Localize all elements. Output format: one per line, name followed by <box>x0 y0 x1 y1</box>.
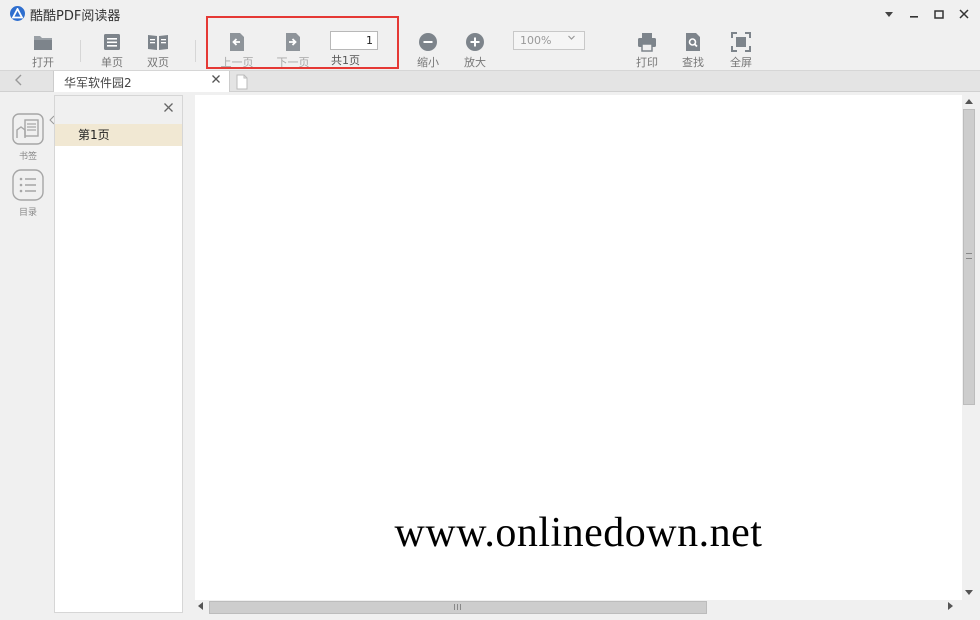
scroll-left-arrow-icon[interactable] <box>197 602 203 612</box>
page-number-input[interactable] <box>330 31 378 50</box>
page-total-label: 共1页 <box>331 54 360 67</box>
zoom-out-button[interactable]: 缩小 <box>404 32 452 69</box>
print-button[interactable]: 打印 <box>623 32 671 69</box>
bookmark-item-page-1[interactable]: 第1页 <box>55 124 182 146</box>
bookmark-panel-header <box>55 96 182 124</box>
grip-icon <box>454 604 461 610</box>
maximize-icon[interactable] <box>932 8 946 22</box>
close-icon[interactable] <box>957 8 971 22</box>
horizontal-scroll-thumb[interactable] <box>209 601 707 614</box>
app-title: 酷酷PDF阅读器 <box>30 9 121 24</box>
find-button[interactable]: 查找 <box>669 32 717 69</box>
tab-scroll-left-icon[interactable] <box>14 72 24 92</box>
next-page-label: 下一页 <box>276 56 310 69</box>
scroll-up-arrow-icon[interactable] <box>965 97 973 106</box>
bookmark-label: 书签 <box>18 152 37 162</box>
new-tab-icon[interactable] <box>235 74 251 90</box>
open-button[interactable]: 打开 <box>19 32 67 69</box>
tab-bar: 华军软件园2 <box>0 70 980 92</box>
prev-page-label: 上一页 <box>220 56 254 69</box>
horizontal-scrollbar[interactable] <box>195 600 962 615</box>
prev-page-button[interactable]: 上一页 <box>213 32 261 69</box>
scroll-right-arrow-icon[interactable] <box>948 602 954 612</box>
vertical-scroll-thumb[interactable] <box>963 109 975 405</box>
prev-page-icon <box>213 32 261 52</box>
zoom-in-icon <box>451 32 499 52</box>
document-tab-title: 华军软件园2 <box>64 76 132 90</box>
grip-icon <box>966 253 972 259</box>
next-page-button[interactable]: 下一页 <box>269 32 317 69</box>
zoom-in-button[interactable]: 放大 <box>451 32 499 69</box>
dropdown-menu-icon[interactable] <box>882 8 896 22</box>
folder-icon <box>19 32 67 52</box>
tab-close-icon[interactable] <box>211 73 221 88</box>
bookmark-panel: 第1页 <box>54 95 183 613</box>
double-page-icon <box>134 32 182 52</box>
scroll-down-arrow-icon[interactable] <box>965 589 973 598</box>
app-logo-icon <box>10 6 25 21</box>
fullscreen-button[interactable]: 全屏 <box>717 32 765 69</box>
single-page-icon <box>88 32 136 52</box>
chevron-down-icon <box>567 32 576 49</box>
printer-icon <box>623 32 671 52</box>
toc-label: 目录 <box>18 208 37 218</box>
panel-close-icon[interactable] <box>163 101 174 117</box>
print-label: 打印 <box>636 56 658 69</box>
zoom-level-value: 100% <box>520 34 552 47</box>
document-viewport[interactable]: www.onlinedown.net <box>195 95 962 600</box>
page-watermark-text: www.onlinedown.net <box>394 510 763 556</box>
left-tool-rail: 书签 目录 <box>6 93 55 613</box>
toolbar-divider <box>80 40 81 62</box>
toolbar-divider <box>195 40 196 62</box>
fullscreen-label: 全屏 <box>730 56 752 69</box>
bookmark-icon <box>12 113 44 148</box>
zoom-out-label: 缩小 <box>417 56 439 69</box>
fullscreen-icon <box>717 32 765 52</box>
toc-panel-button[interactable]: 目录 <box>12 169 44 218</box>
zoom-in-label: 放大 <box>464 56 486 69</box>
document-tab[interactable]: 华军软件园2 <box>53 71 230 92</box>
find-icon <box>669 32 717 52</box>
next-page-icon <box>269 32 317 52</box>
find-label: 查找 <box>682 56 704 69</box>
double-page-label: 双页 <box>147 56 169 69</box>
minimize-icon[interactable] <box>907 8 921 22</box>
bookmark-panel-button[interactable]: 书签 <box>12 113 44 162</box>
zoom-level-select[interactable]: 100% <box>513 31 585 50</box>
double-page-button[interactable]: 双页 <box>134 32 182 69</box>
open-label: 打开 <box>32 56 54 69</box>
zoom-out-icon <box>404 32 452 52</box>
single-page-label: 单页 <box>101 56 123 69</box>
vertical-scrollbar[interactable] <box>962 95 976 600</box>
table-of-contents-icon <box>12 169 44 204</box>
title-toolbar-area: 酷酷PDF阅读器 打开 单页 双页 上一页 下一页 1 共1页 缩小 放大 10… <box>0 0 980 70</box>
single-page-button[interactable]: 单页 <box>88 32 136 69</box>
